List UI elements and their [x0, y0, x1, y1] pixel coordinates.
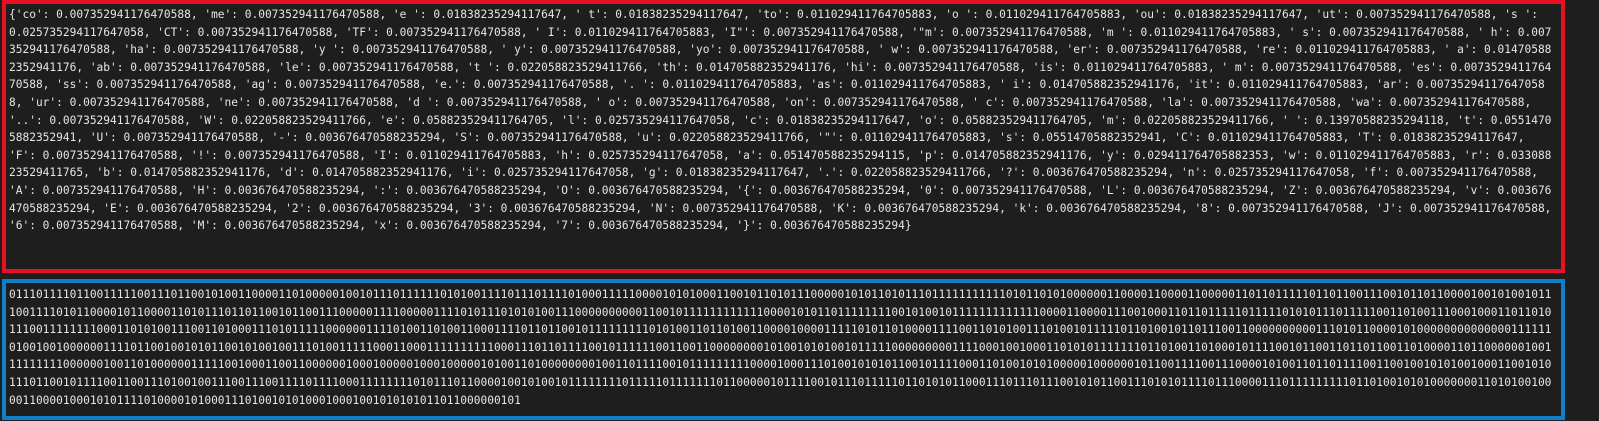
- binary-output-text: 0111011110110011111001110110010100110000…: [9, 288, 1552, 407]
- binary-output-panel: 0111011110110011111001110110010100110000…: [2, 279, 1565, 420]
- dictionary-output-text: {'co': 0.007352941176470588, 'me': 0.007…: [9, 8, 1559, 233]
- dictionary-output-panel: {'co': 0.007352941176470588, 'me': 0.007…: [2, 0, 1565, 273]
